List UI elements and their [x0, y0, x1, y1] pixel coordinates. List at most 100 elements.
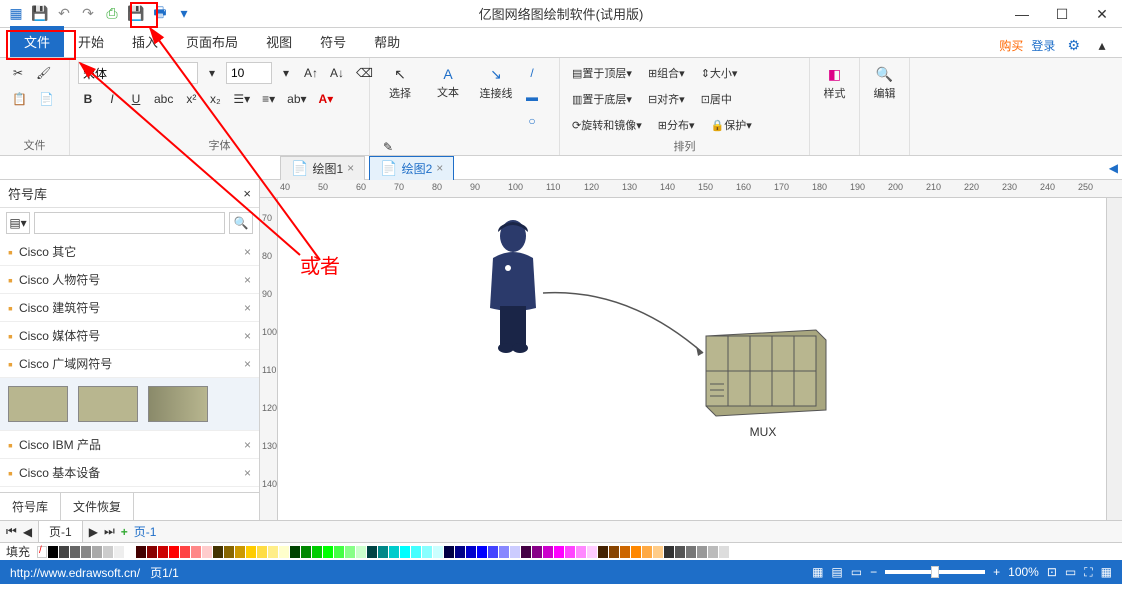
maximize-button[interactable]: ☐ [1042, 0, 1082, 28]
color-swatch[interactable] [488, 546, 498, 558]
shape-mux[interactable]: MUX [698, 328, 828, 439]
color-swatch[interactable] [675, 546, 685, 558]
qat-print-icon[interactable]: 🖶 [150, 4, 170, 24]
font-size-select[interactable] [226, 62, 272, 84]
text-tool[interactable]: A文本 [426, 62, 470, 104]
lib-item[interactable]: ▪Cisco 基本设备× [0, 459, 259, 487]
tab-symbol[interactable]: 符号 [306, 26, 360, 57]
buy-link[interactable]: 购买 [999, 37, 1023, 54]
page-nav-last-icon[interactable]: ⏭ [104, 524, 115, 539]
color-swatch[interactable] [499, 546, 509, 558]
color-swatch[interactable] [598, 546, 608, 558]
color-swatch[interactable] [543, 546, 553, 558]
color-swatch[interactable] [356, 546, 366, 558]
lib-item-close[interactable]: × [244, 438, 251, 452]
color-swatch[interactable] [642, 546, 652, 558]
qat-save-icon[interactable]: 💾 [30, 4, 50, 24]
bullet-list-icon[interactable]: ☰▾ [229, 88, 254, 110]
grow-font-icon[interactable]: A↑ [300, 62, 322, 84]
select-tool[interactable]: ↖选择 [378, 62, 422, 105]
color-swatch[interactable] [686, 546, 696, 558]
color-swatch[interactable] [169, 546, 179, 558]
center-button[interactable]: ⊡ 居中 [697, 88, 736, 110]
connector-arrow[interactable] [538, 278, 718, 378]
lib-shape-preview[interactable] [8, 386, 68, 422]
color-swatch[interactable] [59, 546, 69, 558]
lib-search-input[interactable] [34, 212, 225, 234]
color-swatch[interactable] [554, 546, 564, 558]
lib-shape-preview[interactable] [148, 386, 208, 422]
color-swatch[interactable] [708, 546, 718, 558]
color-swatch[interactable] [213, 546, 223, 558]
color-swatch[interactable] [620, 546, 630, 558]
tab-insert[interactable]: 插入 [118, 26, 172, 57]
side-tab-library[interactable]: 符号库 [0, 493, 61, 520]
color-swatch[interactable] [235, 546, 245, 558]
color-swatch[interactable] [103, 546, 113, 558]
font-name-select[interactable] [78, 62, 198, 84]
lib-item-close[interactable]: × [244, 357, 251, 371]
color-swatch[interactable] [257, 546, 267, 558]
line-spacing-icon[interactable]: ≡▾ [258, 88, 279, 110]
grid-icon[interactable]: ▦ [1101, 565, 1112, 579]
color-swatch[interactable] [312, 546, 322, 558]
color-swatch[interactable] [114, 546, 124, 558]
connector-tool[interactable]: ↘连接线 [474, 62, 518, 105]
lib-item[interactable]: ▪Cisco 人物符号× [0, 266, 259, 294]
add-page-icon[interactable]: + [121, 525, 128, 539]
tab-home[interactable]: 开始 [64, 26, 118, 57]
color-swatch[interactable] [224, 546, 234, 558]
color-swatch[interactable] [48, 546, 58, 558]
tab-layout[interactable]: 页面布局 [172, 26, 252, 57]
lib-item[interactable]: ▪Cisco IBM 产品× [0, 431, 259, 459]
bold-button[interactable]: B [78, 88, 98, 110]
color-swatch[interactable] [422, 546, 432, 558]
color-swatch[interactable] [290, 546, 300, 558]
canvas[interactable]: MUX [278, 198, 1106, 520]
subscript-button[interactable]: x₂ [205, 88, 225, 110]
settings-icon[interactable]: ⚙ [1063, 34, 1084, 56]
lib-item[interactable]: ▪Cisco 广域网符号× [0, 350, 259, 378]
distribute-button[interactable]: ⊞ 分布▾ [654, 114, 699, 136]
cut-icon[interactable]: ✂ [8, 62, 28, 84]
font-color-icon[interactable]: A▾ [315, 88, 338, 110]
rotate-button[interactable]: ⟳ 旋转和镜像▾ [568, 114, 646, 136]
minimize-button[interactable]: — [1002, 0, 1042, 28]
qat-save2-icon[interactable]: 💾 [126, 4, 146, 24]
size-button[interactable]: ⇕ 大小▾ [697, 62, 742, 84]
strike-button[interactable]: abc [150, 88, 177, 110]
format-painter-icon[interactable]: 🖌 [32, 62, 55, 84]
color-swatch[interactable] [466, 546, 476, 558]
doc-tab-1[interactable]: 📄 绘图1 × [280, 156, 365, 180]
doc-tab-2[interactable]: 📄 绘图2 × [369, 156, 454, 180]
bring-front-button[interactable]: ▤ 置于顶层▾ [568, 62, 636, 84]
group-button[interactable]: ⊞ 组合▾ [644, 62, 689, 84]
tab-help[interactable]: 帮助 [360, 26, 414, 57]
close-button[interactable]: ✕ [1082, 0, 1122, 28]
view-mode-1-icon[interactable]: ▦ [812, 565, 823, 579]
sidebar-close-icon[interactable]: × [243, 186, 251, 201]
page-nav-next-icon[interactable]: ▶ [89, 525, 98, 539]
lib-item-close[interactable]: × [244, 301, 251, 315]
color-swatch[interactable] [565, 546, 575, 558]
font-dropdown-icon[interactable]: ▾ [202, 62, 222, 84]
lib-item[interactable]: ▪Cisco 其它× [0, 238, 259, 266]
color-swatch[interactable] [125, 546, 135, 558]
color-swatch[interactable] [653, 546, 663, 558]
qat-app-icon[interactable]: ▦ [6, 4, 26, 24]
search-icon[interactable]: 🔍 [229, 212, 253, 234]
color-none-icon[interactable]: / [37, 546, 47, 558]
color-swatch[interactable] [92, 546, 102, 558]
tab-view[interactable]: 视图 [252, 26, 306, 57]
side-tab-recover[interactable]: 文件恢复 [61, 493, 134, 520]
color-swatch[interactable] [301, 546, 311, 558]
color-swatch[interactable] [345, 546, 355, 558]
color-swatch[interactable] [697, 546, 707, 558]
zoom-in-icon[interactable]: + [993, 565, 1000, 579]
lib-item[interactable]: ▪Cisco 媒体符号× [0, 322, 259, 350]
zoom-slider[interactable] [885, 570, 985, 574]
lib-item-close[interactable]: × [244, 245, 251, 259]
edit-button[interactable]: 🔍编辑 [868, 62, 901, 105]
view-mode-3-icon[interactable]: ▭ [851, 565, 862, 579]
copy-icon[interactable]: 📋 [8, 88, 31, 110]
